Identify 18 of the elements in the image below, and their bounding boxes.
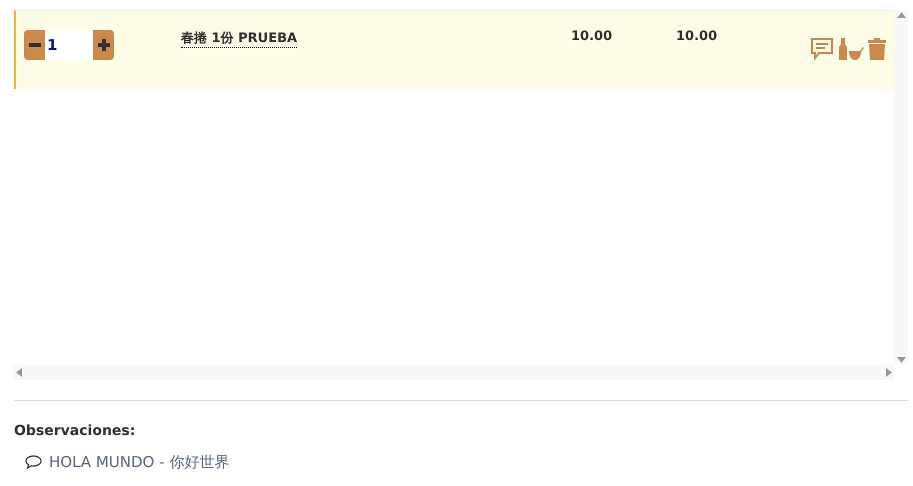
trash-icon[interactable] <box>868 37 886 61</box>
speech-bubble-icon <box>25 455 42 469</box>
observations-field[interactable]: HOLA MUNDO - 你好世界 <box>49 453 549 471</box>
scroll-down-icon[interactable] <box>896 357 906 363</box>
quantity-field[interactable]: 1 <box>45 30 93 60</box>
decrease-button[interactable] <box>24 30 45 60</box>
minus-icon <box>28 43 40 47</box>
comment-icon[interactable] <box>810 37 834 61</box>
scroll-left-icon[interactable] <box>16 368 22 377</box>
scroll-right-icon[interactable] <box>886 368 892 377</box>
plus-icon <box>98 39 110 51</box>
scroll-up-icon[interactable] <box>896 12 906 18</box>
increase-button[interactable] <box>93 30 114 60</box>
line-total: 10.00 <box>675 29 718 44</box>
observations-label: Observaciones: <box>14 423 136 439</box>
unit-price: 10.00 <box>570 29 612 44</box>
product-name[interactable]: 春捲 1份 PRUEBA <box>181 29 298 48</box>
bottle-bowl-icon[interactable] <box>838 37 864 61</box>
